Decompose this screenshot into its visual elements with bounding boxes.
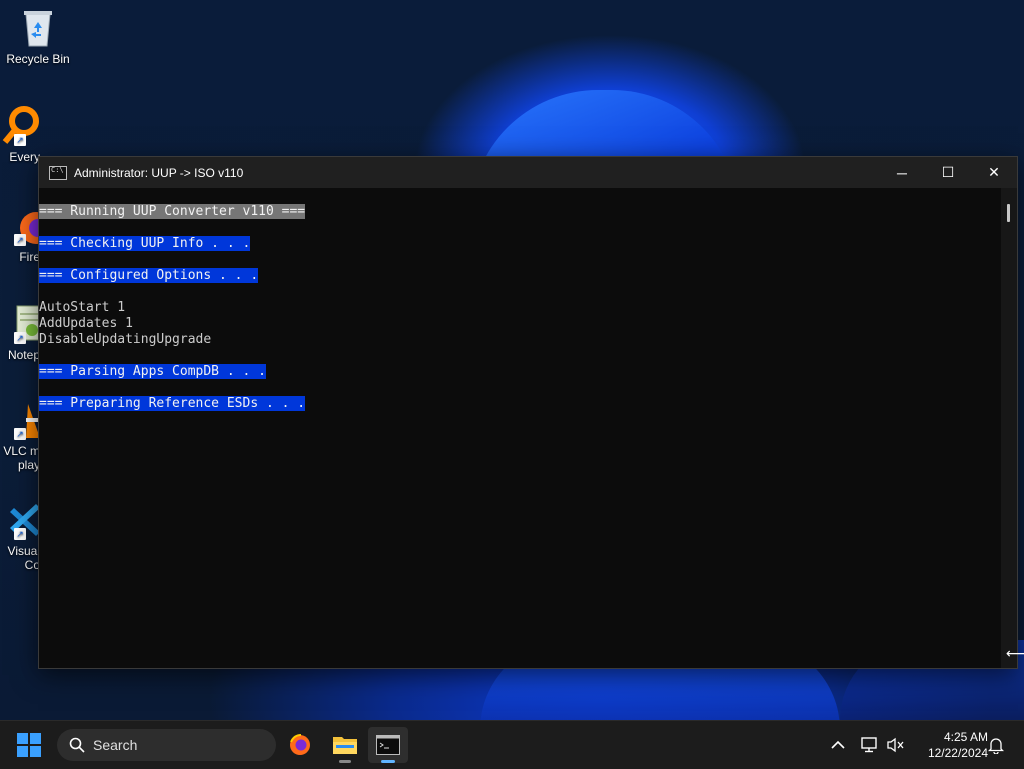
terminal-icon — [376, 735, 400, 755]
window-titlebar[interactable]: Administrator: UUP -> ISO v110 ─ ☐ ✕ — [39, 157, 1017, 188]
taskbar: Search 4:25 AM 12/22/2024 — [0, 720, 1024, 769]
console-line-text: AutoStart 1 — [39, 300, 126, 315]
firefox-icon — [290, 734, 310, 755]
shortcut-arrow-icon: ↗ — [14, 428, 26, 440]
console-line-text: DisableUpdatingUpgrade — [39, 332, 212, 347]
console-line: === Checking UUP Info . . . — [39, 236, 1001, 252]
console-line: AutoStart 1 — [39, 300, 1001, 316]
start-button[interactable] — [17, 733, 41, 757]
desktop-icon-label: Notep — [7, 348, 40, 362]
desktop-icon-label: Visual Co — [7, 544, 40, 572]
console-line: === Configured Options . . . — [39, 268, 1001, 284]
desktop-icon-everything[interactable]: ↗ Every — [0, 106, 40, 164]
desktop-icon-recycle-bin[interactable]: Recycle Bin — [0, 8, 76, 66]
shortcut-arrow-icon: ↗ — [14, 134, 26, 146]
console-line-text: === Running UUP Converter v110 === — [39, 204, 306, 219]
shortcut-arrow-icon: ↗ — [14, 528, 26, 540]
active-indicator — [381, 760, 395, 763]
desktop-icon-label: Fire — [19, 250, 40, 264]
clock-time: 4:25 AM — [943, 730, 988, 744]
vlc-icon: ↗ — [0, 400, 40, 440]
cmd-taskbar-button[interactable] — [368, 727, 408, 763]
desktop-icon-vlc[interactable]: ↗ VLC m play — [0, 400, 40, 472]
search-placeholder: Search — [93, 737, 138, 753]
speaker-muted-icon — [887, 737, 904, 753]
console-line-text: === Preparing Reference ESDs . . . — [39, 396, 306, 411]
network-status-button[interactable] — [858, 733, 882, 757]
close-button[interactable]: ✕ — [971, 157, 1017, 188]
console-line-text: === Checking UUP Info . . . — [39, 236, 251, 251]
console-line: DisableUpdatingUpgrade — [39, 332, 1001, 348]
taskbar-search[interactable]: Search — [57, 729, 276, 761]
firefox-icon: ↗ — [0, 206, 52, 246]
shortcut-arrow-icon: ↗ — [14, 332, 26, 344]
shortcut-arrow-icon: ↗ — [14, 234, 26, 246]
vertical-scrollbar[interactable] — [1001, 188, 1017, 668]
volume-button[interactable] — [884, 733, 908, 757]
console-output[interactable]: === Running UUP Converter v110 === === Ch… — [39, 188, 1001, 668]
firefox-taskbar-button[interactable] — [280, 727, 320, 763]
console-line: AddUpdates 1 — [39, 316, 1001, 332]
cmd-app-icon — [49, 165, 67, 180]
search-icon — [69, 737, 85, 753]
desktop-icon-firefox[interactable]: ↗ Fire — [0, 206, 52, 264]
window-title: Administrator: UUP -> ISO v110 — [74, 165, 244, 180]
windows-logo-icon — [17, 733, 28, 744]
bell-icon — [988, 738, 1004, 754]
file-explorer-taskbar-button[interactable] — [325, 727, 365, 763]
folder-icon — [333, 737, 357, 754]
maximize-button[interactable]: ☐ — [925, 157, 971, 188]
notifications-button[interactable] — [984, 733, 1008, 757]
scrollbar-thumb[interactable] — [1007, 204, 1010, 222]
console-line-text: AddUpdates 1 — [39, 316, 133, 331]
show-hidden-icons-button[interactable] — [826, 733, 850, 757]
console-line: === Preparing Reference ESDs . . . — [39, 396, 1001, 412]
desktop-icon-label: Every — [9, 150, 40, 164]
notepad-plus-plus-icon: ↗ — [0, 304, 42, 344]
clock-date: 12/22/2024 — [927, 746, 988, 760]
command-prompt-window[interactable]: Administrator: UUP -> ISO v110 ─ ☐ ✕ ===… — [38, 156, 1018, 669]
vscode-icon: ↗ — [0, 500, 40, 540]
desktop-icon-notepad-plus-plus[interactable]: ↗ Notep — [0, 304, 42, 362]
chevron-up-icon — [831, 740, 845, 749]
desktop-icon-vscode[interactable]: ↗ Visual Co — [0, 500, 40, 572]
network-monitor-icon — [861, 737, 877, 753]
minimize-button[interactable]: ─ — [879, 157, 925, 188]
resize-cursor-icon: ⟵ — [1006, 646, 1024, 662]
recycle-bin-icon — [18, 8, 58, 48]
everything-search-icon: ↗ — [0, 106, 40, 146]
console-line-text: === Parsing Apps CompDB . . . — [39, 364, 266, 379]
desktop-icon-label: VLC m play — [3, 444, 40, 472]
taskbar-clock[interactable]: 4:25 AM 12/22/2024 — [914, 729, 988, 761]
running-indicator — [339, 760, 351, 763]
console-line: === Parsing Apps CompDB . . . — [39, 364, 1001, 380]
console-line: === Running UUP Converter v110 === — [39, 204, 1001, 220]
desktop-icon-label: Recycle Bin — [6, 52, 70, 66]
console-line-text: === Configured Options . . . — [39, 268, 259, 283]
